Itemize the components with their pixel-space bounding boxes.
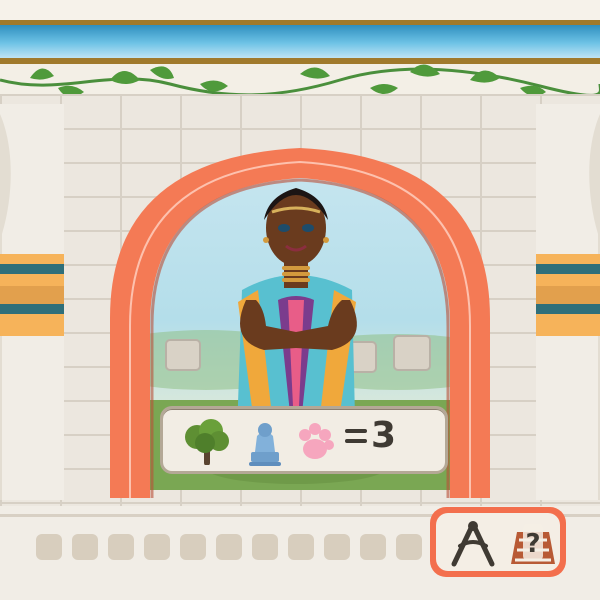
question-icon: ? bbox=[511, 524, 555, 564]
sky-stripe bbox=[0, 25, 600, 58]
statue-icon bbox=[249, 423, 281, 466]
hieroglyph-row bbox=[36, 530, 422, 564]
paw-icon bbox=[299, 423, 334, 459]
hieroglyph bbox=[360, 534, 386, 560]
hieroglyph bbox=[252, 534, 278, 560]
hieroglyph bbox=[216, 534, 242, 560]
hieroglyph bbox=[72, 534, 98, 560]
hieroglyph bbox=[396, 534, 422, 560]
formula-badge: 3 bbox=[160, 406, 448, 474]
top-cream-band bbox=[0, 0, 600, 20]
hieroglyph bbox=[324, 534, 350, 560]
compass-icon bbox=[451, 521, 495, 567]
hieroglyph bbox=[180, 534, 206, 560]
game-card: 3 ? bbox=[0, 0, 600, 600]
tree-icon bbox=[185, 419, 229, 465]
svg-text:?: ? bbox=[525, 529, 540, 559]
equals-icon bbox=[345, 429, 367, 443]
left-column bbox=[0, 104, 64, 500]
formula-value: 3 bbox=[371, 415, 397, 456]
hieroglyph bbox=[108, 534, 134, 560]
right-column bbox=[536, 104, 600, 500]
hieroglyph bbox=[288, 534, 314, 560]
hieroglyph bbox=[144, 534, 170, 560]
hieroglyph bbox=[36, 534, 62, 560]
